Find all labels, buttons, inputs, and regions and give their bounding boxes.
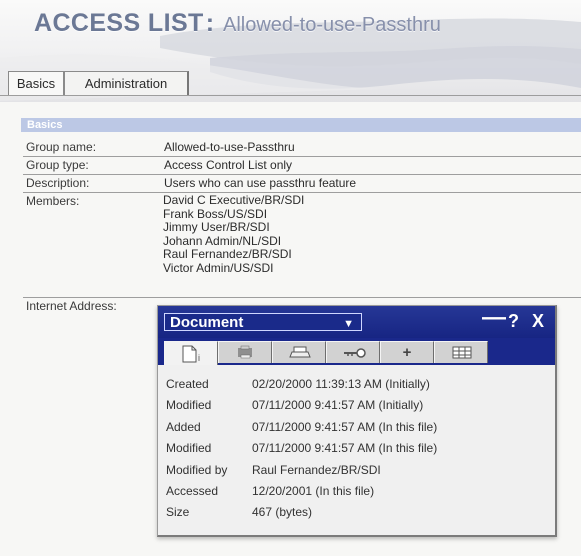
property-value: 07/11/2000 9:41:57 AM (Initially) <box>252 398 424 413</box>
document-properties-panel: Document ▼ — ? X i + Created 02/20/2000 … <box>157 305 557 537</box>
property-value: 07/11/2000 9:41:57 AM (In this file) <box>252 441 438 456</box>
property-row: Accessed 12/20/2001 (In this file) <box>166 481 546 502</box>
printer-icon <box>238 345 252 359</box>
document-properties-list: Created 02/20/2000 11:39:13 AM (Initiall… <box>166 374 546 524</box>
members-label: Members: <box>26 194 80 208</box>
property-value: 02/20/2000 11:39:13 AM (Initially) <box>252 377 430 391</box>
group-name-value: Allowed-to-use-Passthru <box>164 140 295 154</box>
member-item: Raul Fernandez/BR/SDI <box>163 247 292 262</box>
property-value: 12/20/2001 (In this file) <box>252 483 375 498</box>
property-row: Added 07/11/2000 9:41:57 AM (In this fil… <box>166 417 546 438</box>
grid-icon <box>452 346 472 359</box>
document-icon: i <box>182 345 200 363</box>
document-properties-selected: Document <box>170 314 244 331</box>
plus-icon: + <box>402 344 412 361</box>
property-label: Modified <box>166 398 212 413</box>
description-row: Description: Users who can use passthru … <box>23 175 581 193</box>
property-row: Modified 07/11/2000 9:41:57 AM (Initiall… <box>166 395 546 416</box>
property-row: Modified by Raul Fernandez/BR/SDI <box>166 460 546 481</box>
property-label: Modified by <box>166 462 228 477</box>
internet-address-label: Internet Address: <box>26 299 117 313</box>
member-item: Jimmy User/BR/SDI <box>163 220 270 235</box>
group-name-label: Group name: <box>26 140 97 154</box>
basics-section-header: Basics <box>21 118 581 132</box>
property-label: Size <box>166 505 190 520</box>
group-type-label: Group type: <box>26 158 89 172</box>
page-title-group-name: Allowed-to-use-Passthru <box>222 14 441 36</box>
member-item: David C Executive/BR/SDI <box>163 193 305 207</box>
property-label: Added <box>166 419 201 434</box>
property-value: 07/11/2000 9:41:57 AM (In this file) <box>252 419 438 434</box>
group-type-value: Access Control List only <box>164 158 293 172</box>
property-row: Size 467 (bytes) <box>166 502 546 523</box>
tab-document-plus[interactable]: + <box>380 341 434 363</box>
tabs-divider <box>0 95 581 96</box>
group-type-row: Group type: Access Control List only <box>23 157 581 175</box>
print-icon <box>289 346 311 358</box>
tab-document-print[interactable] <box>272 341 326 363</box>
close-icon[interactable]: X <box>532 311 544 331</box>
main-tabs: Basics Administration <box>0 71 581 96</box>
tab-basics[interactable]: Basics <box>8 71 64 96</box>
document-properties-titlebar[interactable]: Document ▼ — ? X <box>158 306 555 338</box>
property-row: Created 02/20/2000 11:39:13 AM (Initiall… <box>166 374 546 395</box>
document-tab-suffix: i <box>198 353 200 363</box>
page-title-prefix: ACCESS LIST <box>34 9 204 37</box>
property-label: Modified <box>166 441 212 456</box>
tab-document-advanced[interactable] <box>434 341 488 363</box>
group-name-row: Group name: Allowed-to-use-Passthru <box>23 139 581 157</box>
page-title-separator: : <box>205 9 215 37</box>
description-label: Description: <box>26 176 90 190</box>
help-icon[interactable]: ? <box>508 311 519 331</box>
document-properties-selector[interactable]: Document ▼ <box>164 313 362 331</box>
member-item: Victor Admin/US/SDI <box>163 260 274 275</box>
tab-document-printer[interactable] <box>218 341 272 363</box>
page-title: ACCESS LIST: Allowed-to-use-Passthru <box>34 8 441 40</box>
minimize-icon[interactable]: — <box>482 306 506 330</box>
property-value: 467 (bytes) <box>252 505 313 520</box>
chevron-down-icon: ▼ <box>343 318 354 330</box>
tab-administration[interactable]: Administration <box>64 71 189 96</box>
member-item: Frank Boss/US/SDI <box>163 206 268 221</box>
members-row: Members: David C Executive/BR/SDI Frank … <box>23 193 581 298</box>
member-item: Johann Admin/NL/SDI <box>163 233 282 248</box>
property-row: Modified 07/11/2000 9:41:57 AM (In this … <box>166 438 546 459</box>
description-value: Users who can use passthru feature <box>164 176 357 190</box>
tab-document-key[interactable] <box>326 341 380 363</box>
property-label: Created <box>166 377 209 391</box>
key-icon <box>344 348 366 358</box>
members-list: David C Executive/BR/SDI Frank Boss/US/S… <box>163 193 305 276</box>
tab-document-general[interactable]: i <box>164 341 218 365</box>
document-properties-tabs: i + <box>158 338 555 365</box>
property-value: Raul Fernandez/BR/SDI <box>252 462 381 477</box>
property-label: Accessed <box>166 483 219 498</box>
